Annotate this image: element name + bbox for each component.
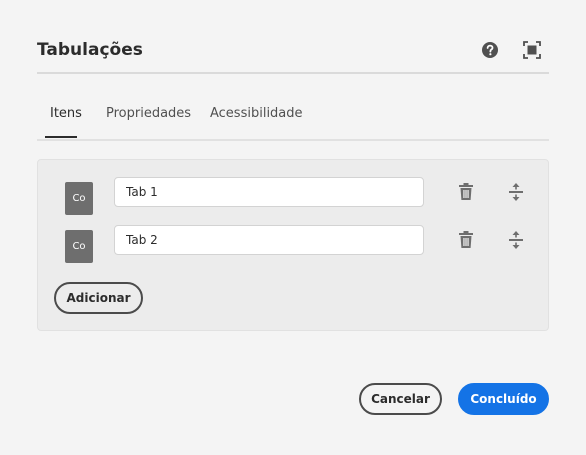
- active-tab-indicator: [45, 136, 77, 138]
- list-item: Co: [38, 177, 548, 217]
- item-title-input[interactable]: [114, 177, 424, 207]
- tabs-dialog: Tabulações Itens Propriedades Acessibili…: [0, 0, 586, 455]
- item-title-input[interactable]: [114, 225, 424, 255]
- list-item: Co: [38, 225, 548, 265]
- drag-handle-icon[interactable]: [506, 230, 526, 250]
- done-button[interactable]: Concluído: [458, 383, 549, 415]
- add-item-button[interactable]: Adicionar: [54, 282, 143, 314]
- fullscreen-icon[interactable]: [523, 41, 541, 59]
- items-panel: Co Tab 1 Co Tab 2 Adicionar: [37, 159, 549, 331]
- header-divider: [37, 72, 549, 74]
- dialog-title: Tabulações: [37, 40, 143, 60]
- cancel-button[interactable]: Cancelar: [359, 383, 442, 415]
- help-icon[interactable]: [481, 41, 499, 59]
- trash-icon[interactable]: [456, 182, 476, 202]
- tab-list: Itens Propriedades Acessibilidade: [37, 100, 549, 141]
- item-thumbnail: Co: [65, 182, 93, 215]
- tab-propriedades[interactable]: Propriedades: [106, 105, 191, 123]
- drag-handle-icon[interactable]: [506, 182, 526, 202]
- tab-acessibilidade[interactable]: Acessibilidade: [210, 105, 303, 123]
- tab-itens[interactable]: Itens: [50, 105, 82, 123]
- trash-icon[interactable]: [456, 230, 476, 250]
- item-thumbnail: Co: [65, 230, 93, 263]
